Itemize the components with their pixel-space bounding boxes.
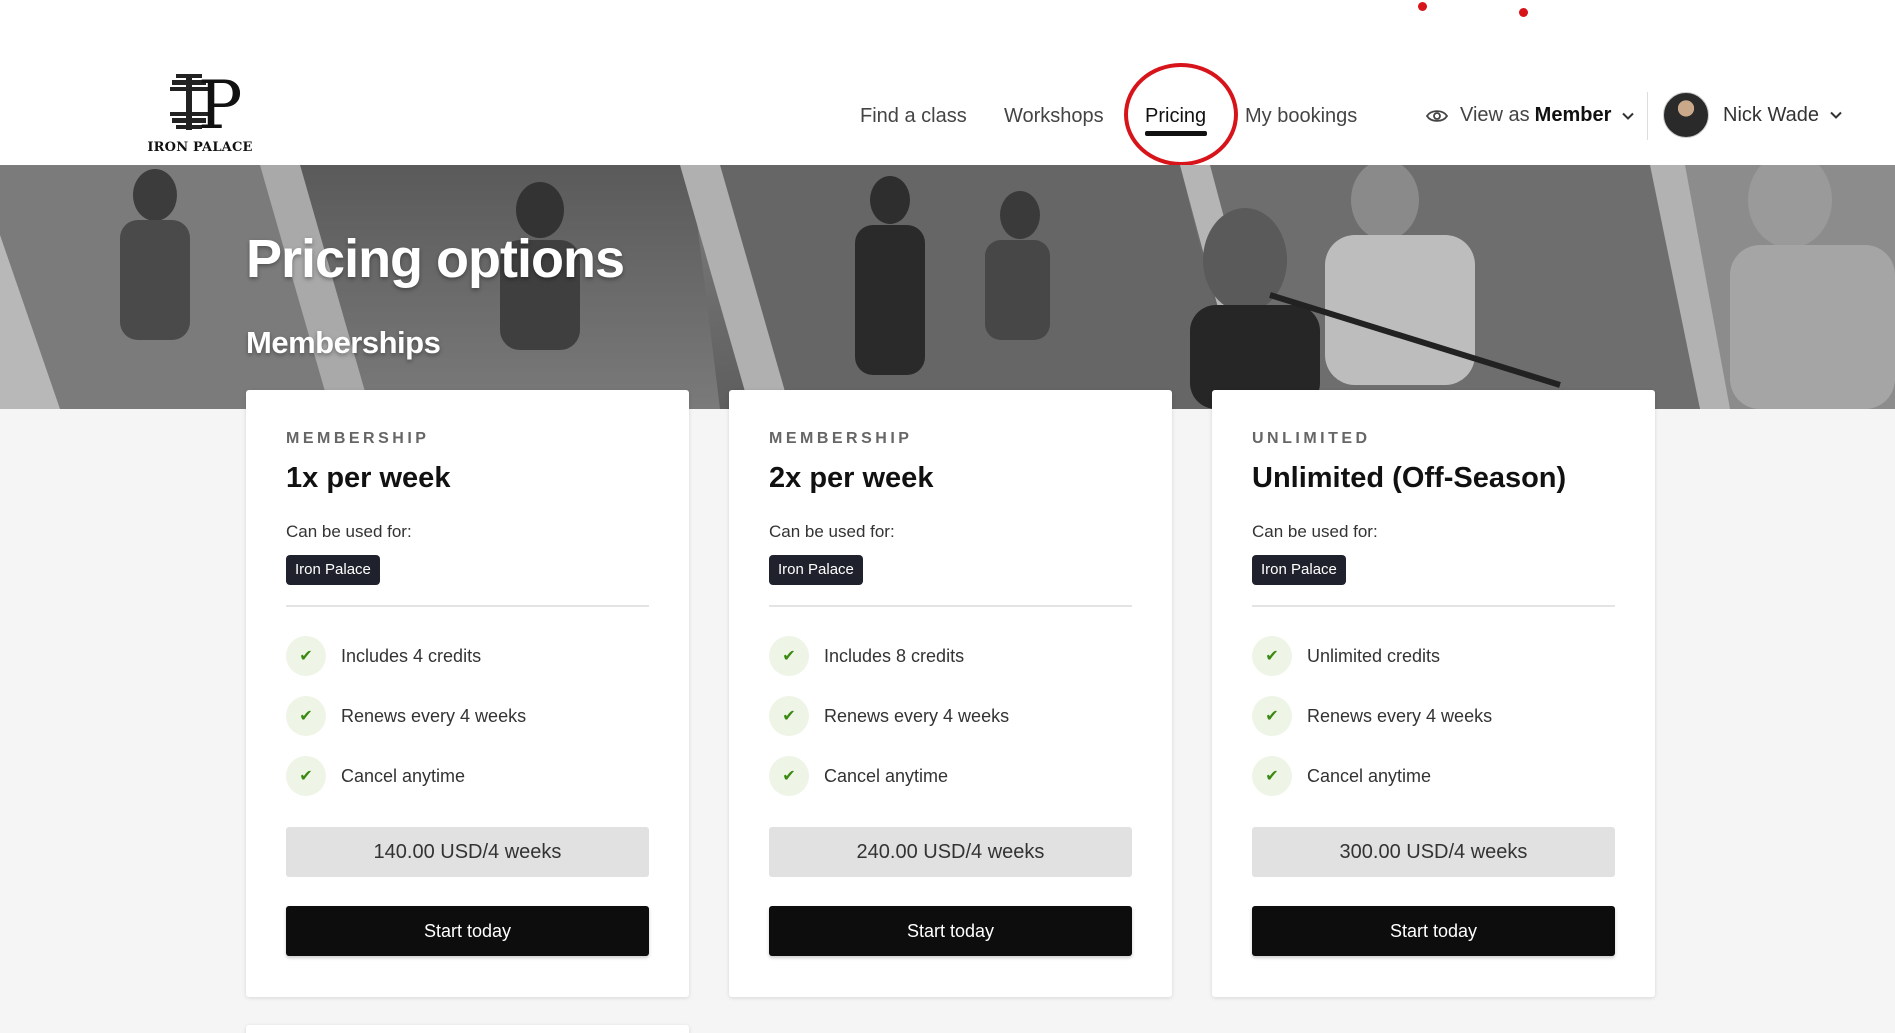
location-tag: Iron Palace xyxy=(1252,555,1346,585)
plan-card: MEMBERSHIP 1x per week Can be used for: … xyxy=(246,390,689,997)
annotation-circle xyxy=(1124,63,1238,166)
divider xyxy=(286,605,649,607)
plan-card: MEMBERSHIP 2x per week Can be used for: … xyxy=(729,390,1172,997)
start-today-button[interactable]: Start today xyxy=(1252,906,1615,956)
feature-item: ✔ Unlimited credits xyxy=(1252,636,1440,676)
user-name: Nick Wade xyxy=(1723,103,1819,126)
used-for-label: Can be used for: xyxy=(769,522,895,541)
view-as-role: Member xyxy=(1534,104,1612,126)
feature-item: ✔ Renews every 4 weeks xyxy=(1252,696,1492,736)
eye-icon xyxy=(1426,109,1448,122)
feature-text: Cancel anytime xyxy=(1307,765,1432,786)
plan-title: 1x per week xyxy=(286,462,451,494)
feature-text: Cancel anytime xyxy=(824,765,949,786)
feature-item: ✔ Renews every 4 weeks xyxy=(769,696,1009,736)
location-tag: Iron Palace xyxy=(286,555,380,585)
svg-text:P: P xyxy=(198,68,242,140)
plan-card-partial xyxy=(246,1025,689,1033)
feature-text: Renews every 4 weeks xyxy=(824,705,1010,726)
plan-price: 240.00 USD/4 weeks xyxy=(769,827,1132,877)
feature-item: ✔ Includes 4 credits xyxy=(286,636,481,676)
feature-text: Unlimited credits xyxy=(1307,645,1441,666)
user-menu[interactable]: Nick Wade xyxy=(1663,92,1842,138)
brand-name: IRON PALACE xyxy=(147,140,253,155)
start-today-button[interactable]: Start today xyxy=(286,906,649,956)
feature-item: ✔ Cancel anytime xyxy=(1252,756,1431,796)
view-as-prefix: View as xyxy=(1460,104,1530,126)
site-header: P IRON PALACE Find a class Workshops Pri… xyxy=(0,0,1895,166)
check-icon: ✔ xyxy=(1252,636,1292,676)
feature-item: ✔ Cancel anytime xyxy=(286,756,465,796)
nav-find-a-class[interactable]: Find a class xyxy=(860,105,967,128)
check-icon: ✔ xyxy=(769,636,809,676)
chevron-down-icon xyxy=(1830,111,1842,119)
nav-workshops[interactable]: Workshops xyxy=(1004,105,1104,128)
location-tag: Iron Palace xyxy=(769,555,863,585)
plan-price: 300.00 USD/4 weeks xyxy=(1252,827,1615,877)
plan-category: UNLIMITED xyxy=(1252,430,1371,447)
view-as-dropdown[interactable]: View as Member xyxy=(1426,104,1635,127)
plan-title: Unlimited (Off-Season) xyxy=(1252,462,1567,494)
check-icon: ✔ xyxy=(286,696,326,736)
check-icon: ✔ xyxy=(1252,756,1292,796)
feature-text: Includes 4 credits xyxy=(341,645,482,666)
header-divider xyxy=(1647,92,1648,140)
used-for-label: Can be used for: xyxy=(1252,522,1378,541)
dumbbell-logo-icon: P xyxy=(170,67,242,144)
feature-text: Includes 8 credits xyxy=(824,645,965,666)
divider xyxy=(1252,605,1615,607)
used-for-label: Can be used for: xyxy=(286,522,412,541)
plan-price: 140.00 USD/4 weeks xyxy=(286,827,649,877)
plan-card: UNLIMITED Unlimited (Off-Season) Can be … xyxy=(1212,390,1655,997)
annotation-dot xyxy=(1418,2,1427,11)
divider xyxy=(769,605,1132,607)
feature-item: ✔ Includes 8 credits xyxy=(769,636,964,676)
start-today-button[interactable]: Start today xyxy=(769,906,1132,956)
feature-item: ✔ Renews every 4 weeks xyxy=(286,696,526,736)
page-title: Pricing options xyxy=(246,229,625,289)
check-icon: ✔ xyxy=(1252,696,1292,736)
feature-text: Cancel anytime xyxy=(341,765,466,786)
plan-title: 2x per week xyxy=(769,462,934,494)
feature-text: Renews every 4 weeks xyxy=(341,705,527,726)
feature-text: Renews every 4 weeks xyxy=(1307,705,1493,726)
chevron-down-icon xyxy=(1622,112,1635,120)
check-icon: ✔ xyxy=(286,636,326,676)
annotation-dot xyxy=(1519,8,1528,17)
nav-my-bookings[interactable]: My bookings xyxy=(1245,105,1357,128)
plan-category: MEMBERSHIP xyxy=(286,430,430,447)
section-title: Memberships xyxy=(246,325,441,360)
feature-item: ✔ Cancel anytime xyxy=(769,756,948,796)
check-icon: ✔ xyxy=(769,696,809,736)
check-icon: ✔ xyxy=(769,756,809,796)
plan-category: MEMBERSHIP xyxy=(769,430,913,447)
check-icon: ✔ xyxy=(286,756,326,796)
avatar xyxy=(1663,92,1709,138)
brand-logo[interactable]: P IRON PALACE xyxy=(146,67,254,160)
